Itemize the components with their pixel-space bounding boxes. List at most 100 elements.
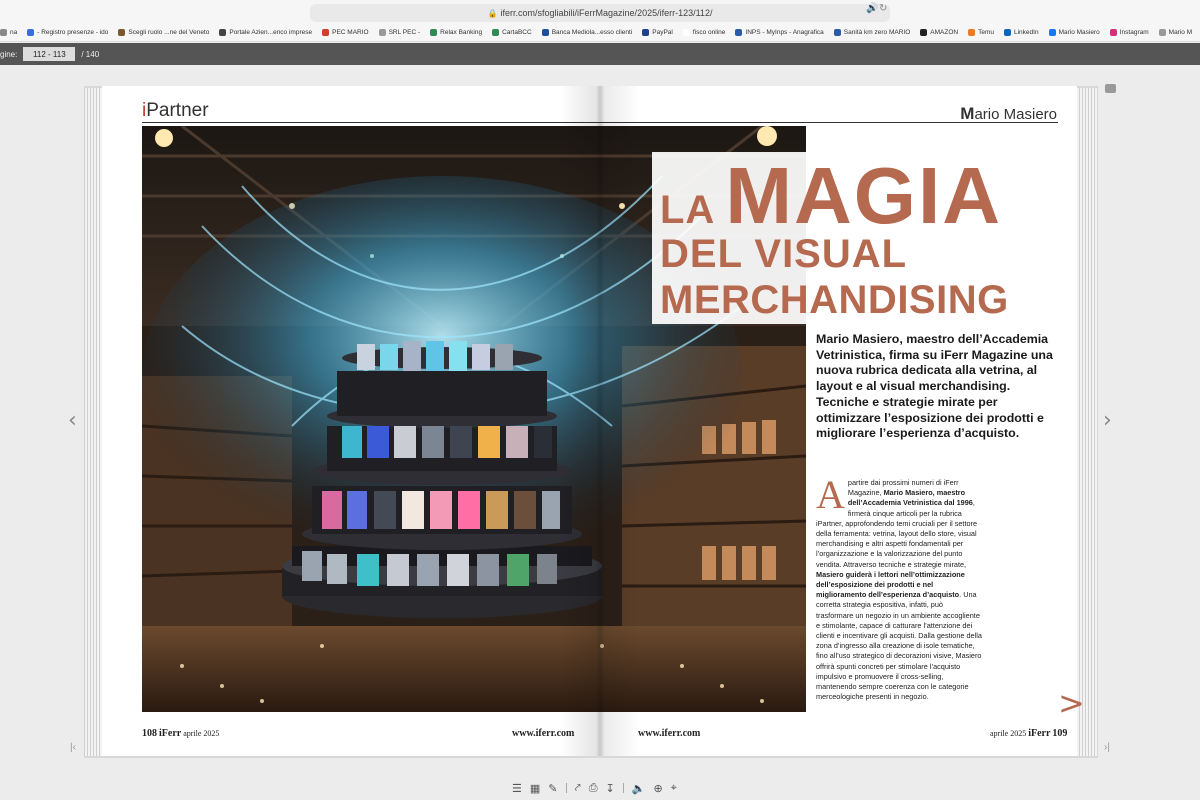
bookmark-label: PayPal	[652, 29, 673, 36]
bookmark-label: Relax Banking	[440, 29, 483, 36]
bookmark-favicon-icon	[1109, 29, 1117, 36]
bookmark-item[interactable]: Portale Azien...enco imprese	[219, 29, 312, 36]
bookmark-favicon-icon	[0, 29, 7, 36]
article-title-line3: MERCHANDISING	[660, 278, 1009, 322]
page-total: / 140	[81, 49, 100, 59]
viewer-toolbar: gine: / 140	[0, 43, 1200, 65]
bookmark-label: Sanità km zero MARIO	[843, 29, 911, 36]
bookmark-favicon-icon	[1158, 29, 1166, 36]
toolbar-separator	[622, 783, 624, 793]
url-text: iferr.com/sfogliabili/iFerrMagazine/2025…	[500, 8, 713, 18]
bookmark-item[interactable]: Temu	[968, 29, 994, 36]
page-stack-left	[84, 88, 104, 756]
bookmark-item[interactable]: INPS - MyInps - Anagrafica	[735, 29, 824, 36]
bookmark-favicon-icon	[833, 29, 841, 36]
bookmark-item[interactable]: na	[0, 29, 17, 36]
bookmark-label: Mario M	[1168, 29, 1193, 36]
bookmark-favicon-icon	[920, 29, 928, 36]
grid-view-icon[interactable]: ▦	[530, 782, 540, 795]
bookmark-favicon-icon	[322, 29, 330, 36]
bookmark-favicon-icon	[27, 29, 35, 36]
bookmark-label: Mario Masiero	[1058, 29, 1100, 36]
download-icon[interactable]: ↧	[606, 782, 615, 795]
bookmark-favicon-icon	[1048, 29, 1056, 36]
bookmark-label: LinkedIn	[1013, 29, 1039, 36]
article-lead: Mario Masiero, maestro dell’Accademia Ve…	[816, 332, 1053, 441]
article-title-line1: LA MAGIA	[660, 151, 1002, 240]
bookmark-label: Temu	[978, 29, 994, 36]
bookmark-label: AMAZON	[930, 29, 959, 36]
header-rule	[142, 122, 1058, 123]
bookmark-item[interactable]: AMAZON	[920, 29, 958, 36]
bookmark-item[interactable]: Banca Mediola...esso clienti	[541, 29, 633, 36]
next-page-icon[interactable]: ›	[1103, 408, 1112, 433]
fullscreen-icon[interactable]: ⌖	[671, 782, 677, 795]
bookmark-favicon-icon	[735, 29, 743, 36]
bookmark-favicon-icon	[1003, 29, 1011, 36]
article-title-line2: DEL VISUAL	[660, 232, 908, 276]
bookmark-item[interactable]: Instagram	[1109, 29, 1149, 36]
bookmark-favicon-icon	[968, 29, 976, 36]
bookmark-label: INPS - MyInps - Anagrafica	[745, 29, 824, 36]
first-page-icon[interactable]: |‹	[70, 742, 76, 753]
bottom-toolbar: ☰ ▦ ✎ ⤤ ⎙ ↧ 🔈 ⊕ ⌖	[512, 780, 677, 796]
bookmark-label: Instagram	[1119, 29, 1149, 36]
article-body: Apartire dai prossimi numeri di iFerr Ma…	[816, 472, 982, 702]
bookmark-label: Portale Azien...enco imprese	[229, 29, 313, 36]
continue-arrow-icon: >	[1058, 684, 1085, 722]
folio-right-url: www.iferr.com	[638, 728, 701, 739]
folio-left: 108 iFerr aprile 2025	[142, 728, 220, 739]
bookmark-item[interactable]: Mario Masiero	[1048, 29, 1100, 36]
print-icon[interactable]: ⎙	[589, 782, 598, 795]
bookmark-item[interactable]: CartaBCC	[492, 29, 532, 36]
bookmark-item[interactable]: - Registro presenze - ido	[27, 29, 108, 36]
bookmark-item[interactable]: PayPal	[642, 29, 673, 36]
bookmark-favicon-icon	[378, 29, 386, 36]
comment-icon[interactable]	[1105, 84, 1116, 93]
audio-icon[interactable]: 🔊	[866, 3, 878, 14]
bookmark-label: - Registro presenze - ido	[37, 29, 109, 36]
bookmark-favicon-icon	[541, 29, 549, 36]
bookmark-favicon-icon	[430, 29, 438, 36]
bookmark-label: Banca Mediola...esso clienti	[551, 29, 633, 36]
zoom-icon[interactable]: ⊕	[653, 782, 662, 795]
bookmark-label: Scegli ruolo ...ne del Veneto	[128, 29, 210, 36]
bookmark-favicon-icon	[642, 29, 650, 36]
author-header: Mario Masiero	[960, 104, 1057, 123]
bookmark-item[interactable]: LinkedIn	[1003, 29, 1039, 36]
drop-cap: A	[816, 472, 845, 517]
bookmark-label: fisco online	[692, 29, 726, 36]
lock-icon: 🔒	[487, 8, 498, 18]
page-stack-right	[1077, 88, 1097, 756]
bookmark-item[interactable]: Mario M	[1158, 29, 1193, 36]
bookmark-favicon-icon	[682, 29, 690, 36]
share-icon[interactable]: ⤤	[575, 782, 581, 795]
bookmark-item[interactable]: PEC MARIO	[322, 29, 369, 36]
browser-address-bar: ▤ 🔒 iferr.com/sfogliabili/iFerrMagazine/…	[0, 0, 1200, 24]
folio-left-url: www.iferr.com	[512, 728, 575, 739]
reload-icon[interactable]: ↻	[879, 3, 887, 14]
previous-page-icon[interactable]: ‹	[68, 408, 77, 433]
bookmark-item[interactable]: Scegli ruolo ...ne del Veneto	[118, 29, 209, 36]
bookmark-item[interactable]: fisco online	[682, 29, 726, 36]
bookmark-favicon-icon	[219, 29, 227, 36]
last-page-icon[interactable]: ›|	[1104, 742, 1110, 753]
notes-icon[interactable]: ✎	[548, 782, 557, 795]
toolbar-separator	[565, 783, 567, 793]
page-number-input[interactable]	[23, 47, 76, 61]
bookmark-label: SRL PEC -	[388, 29, 421, 36]
url-field[interactable]: 🔒 iferr.com/sfogliabili/iFerrMagazine/20…	[310, 4, 890, 22]
list-view-icon[interactable]: ☰	[512, 782, 522, 795]
sound-icon[interactable]: 🔈	[632, 782, 646, 795]
bookmark-item[interactable]: SRL PEC -	[378, 29, 421, 36]
bookmark-label: PEC MARIO	[332, 29, 369, 36]
page-label: gine:	[0, 49, 18, 59]
bookmark-favicon-icon	[492, 29, 500, 36]
bookmark-item[interactable]: Sanità km zero MARIO	[833, 29, 911, 36]
section-brand: iPartner	[142, 100, 209, 121]
bookmark-label: CartaBCC	[502, 29, 532, 36]
bookmark-favicon-icon	[118, 29, 126, 36]
bookmark-label: na	[10, 29, 18, 36]
folio-right: aprile 2025 iFerr 109	[990, 728, 1068, 739]
bookmark-item[interactable]: Relax Banking	[430, 29, 482, 36]
